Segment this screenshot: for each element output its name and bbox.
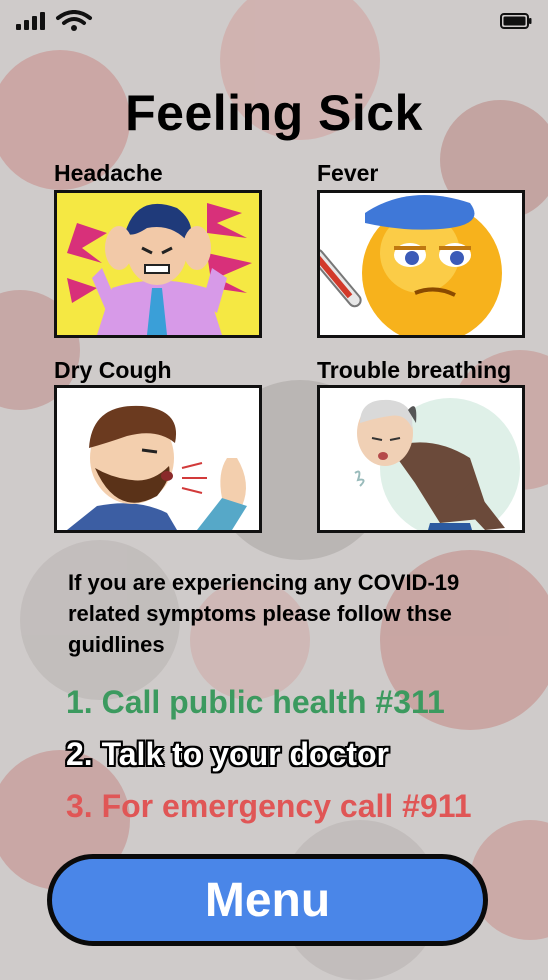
page-title: Feeling Sick [125, 85, 423, 141]
signal-bars-icon [16, 12, 45, 30]
breathing-illustration [317, 385, 525, 533]
symptom-guidance-text: If you are experiencing any COVID-19 rel… [68, 570, 460, 657]
menu-button-label: Menu [204, 873, 331, 927]
cough-illustration [54, 385, 262, 533]
menu-button[interactable]: Menu [47, 854, 488, 946]
fever-emoji-illustration [317, 190, 525, 338]
headache-illustration [54, 190, 262, 338]
wifi-icon [56, 10, 92, 31]
battery-icon [500, 13, 532, 29]
symptom-label-headache: Headache [54, 160, 163, 186]
step-talk-to-doctor: 2. Talk to your doctor [66, 736, 389, 772]
status-bar [16, 10, 532, 32]
step-call-public-health: 1. Call public health #311 [66, 684, 445, 720]
step-emergency-call: 3. For emergency call #911 [66, 788, 472, 824]
symptom-label-dry-cough: Dry Cough [54, 357, 172, 383]
symptom-label-trouble-breathing: Trouble breathing [317, 357, 512, 383]
symptom-label-fever: Fever [317, 160, 379, 186]
